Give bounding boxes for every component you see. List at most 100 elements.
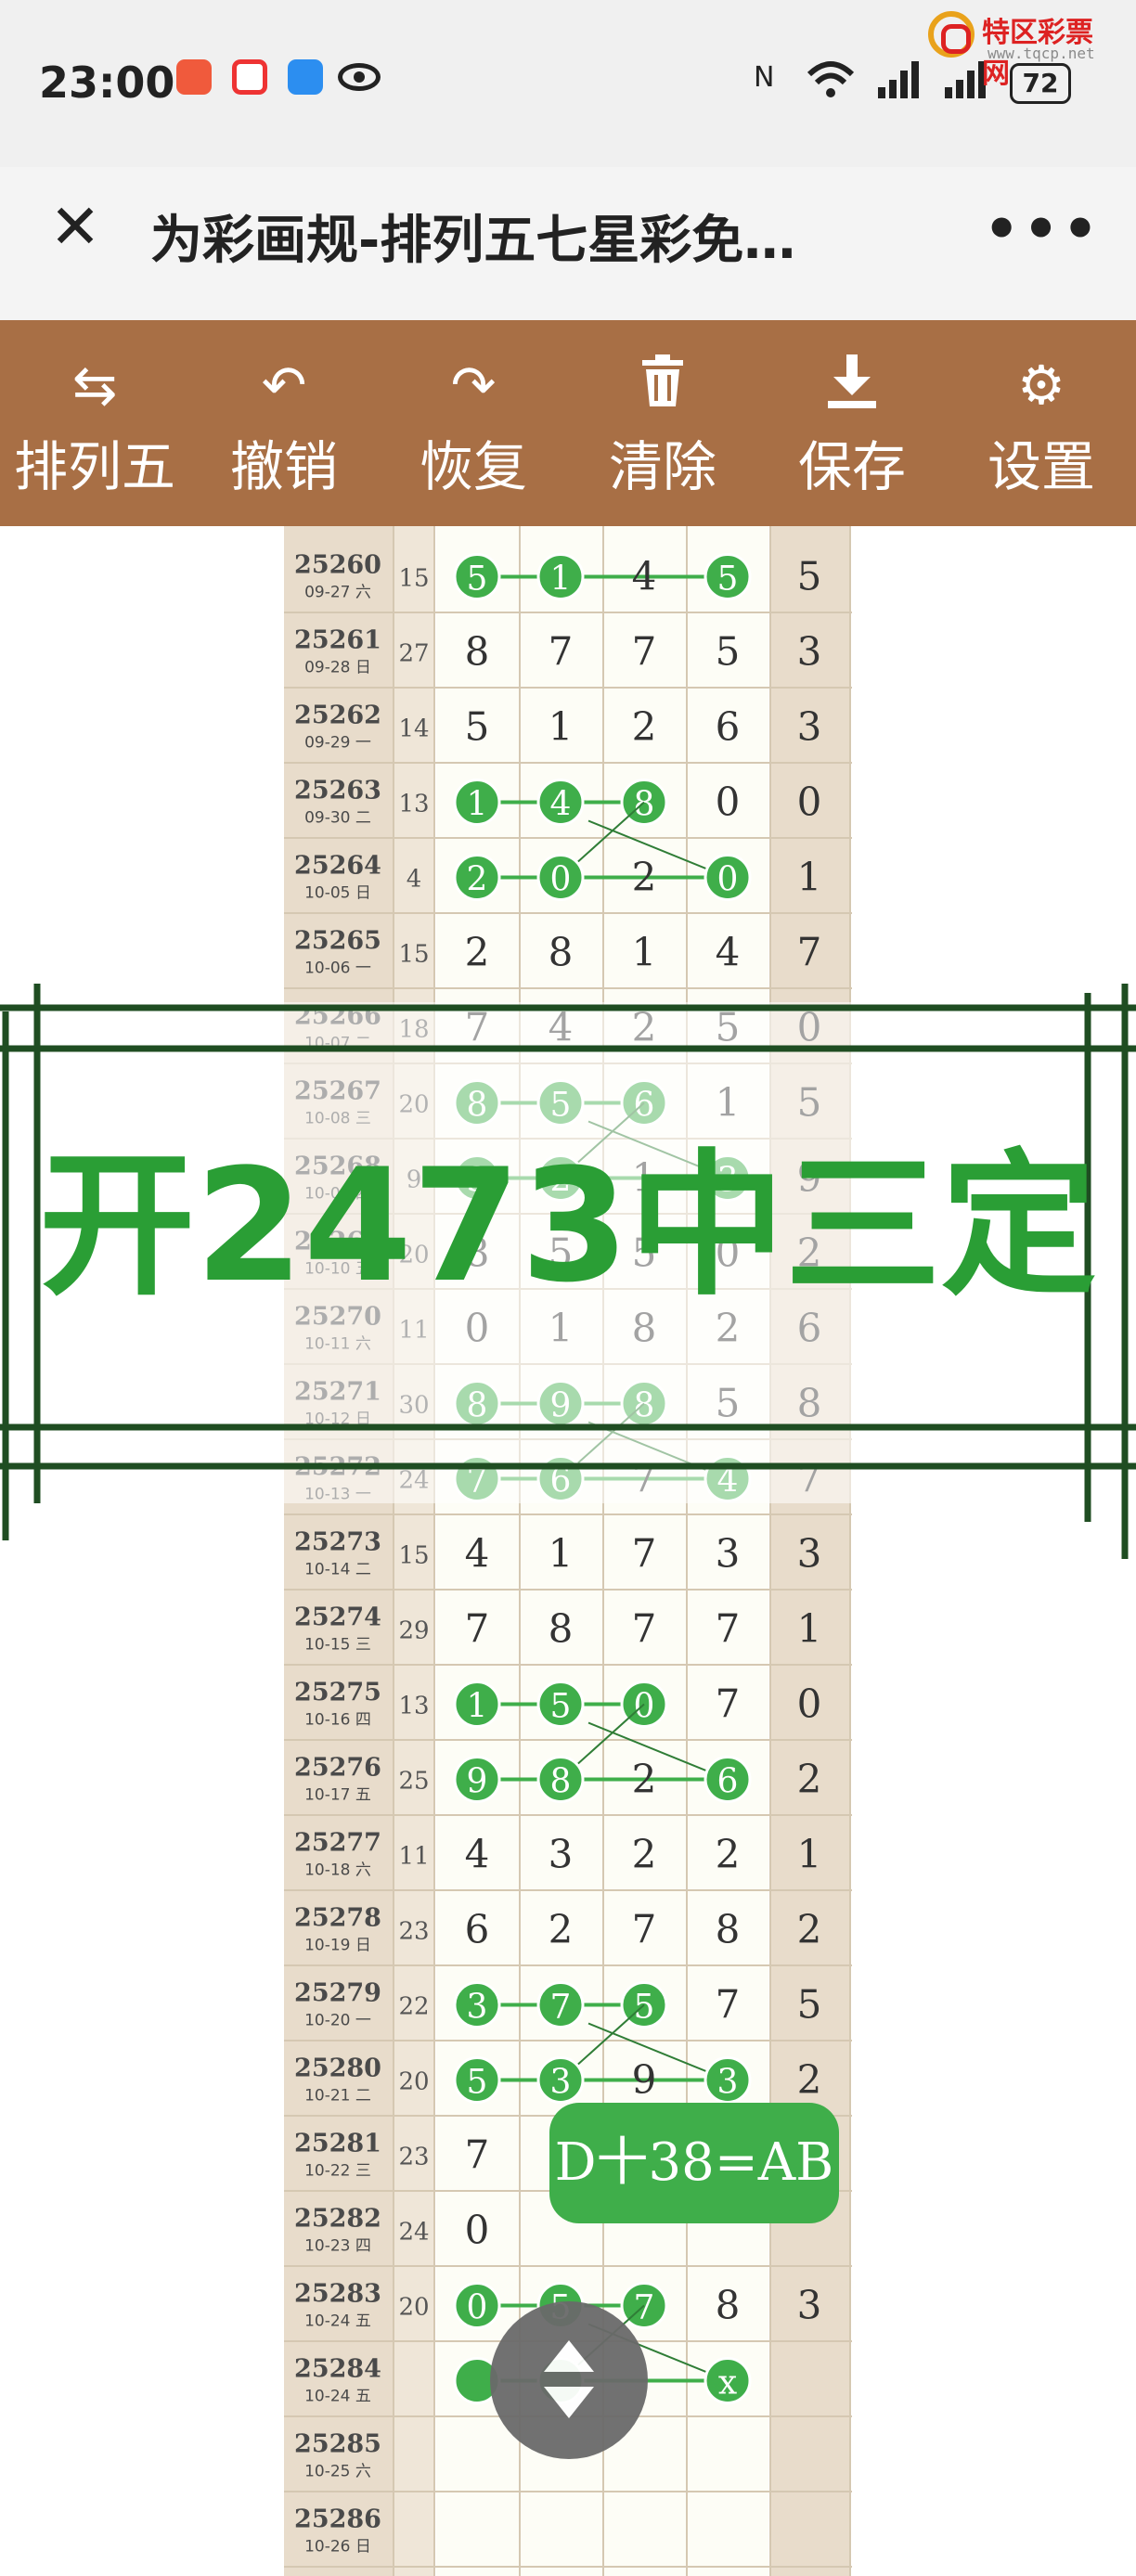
save-button[interactable]: 保存: [757, 320, 947, 526]
close-icon[interactable]: ✕: [43, 195, 108, 260]
digit-value: 2: [716, 1832, 741, 1877]
digit-value: 7: [797, 930, 822, 975]
issue-number: 25265: [294, 927, 381, 956]
issue-date: 10-14 二: [304, 1561, 371, 1579]
sum-value: 15: [398, 565, 429, 593]
digit-value: 1: [549, 704, 574, 750]
issue-number: 25280: [294, 2054, 381, 2083]
digit-value: 5: [716, 629, 741, 675]
issue-number: 25260: [294, 551, 381, 580]
digit-value: 3: [797, 704, 822, 750]
digit-value: 8: [716, 2283, 741, 2328]
sum-value: 22: [398, 1993, 429, 2021]
digit-value: 6: [716, 704, 741, 750]
issue-date: 10-17 五: [304, 1786, 371, 1805]
sum-value: 29: [398, 1617, 429, 1645]
issue-date: 10-26 日: [304, 2538, 371, 2557]
issue-number: 25277: [294, 1829, 381, 1858]
undo-button[interactable]: ↶ 撤销: [189, 320, 379, 526]
digit-value: 1: [550, 560, 572, 599]
redo-button[interactable]: ↷ 恢复: [379, 320, 568, 526]
formula-bubble[interactable]: D十38=AB: [549, 2103, 839, 2223]
digit-value: 2: [465, 930, 490, 975]
digit-value: 0: [465, 2208, 490, 2253]
sum-value: 13: [398, 791, 429, 818]
digit-value: 0: [717, 861, 739, 899]
issue-number: 25284: [294, 2355, 381, 2384]
sum-value: 24: [398, 2219, 429, 2247]
digit-value: 7: [632, 1606, 657, 1652]
digit-value: 2: [632, 1757, 657, 1802]
overlay-prediction-text: 开2473中三定: [39, 1135, 1097, 1317]
status-bar: 23:00 N 72 特区彩票网 www.tqcp.net: [0, 0, 1136, 167]
digit-value: 2: [632, 704, 657, 750]
digit-value: 5: [797, 554, 822, 599]
digit-value: 4: [465, 1832, 490, 1877]
digit-value: 7: [716, 1681, 741, 1727]
digit-value: 1: [467, 1688, 488, 1726]
issue-date: 10-24 五: [304, 2312, 371, 2331]
toolbar-label: 恢复: [419, 435, 527, 498]
issue-number: 25286: [294, 2505, 381, 2534]
issue-date: 09-30 二: [304, 809, 371, 828]
digit-value: 5: [467, 560, 488, 599]
issue-number: 25278: [294, 1904, 381, 1933]
digit-value: 1: [797, 1606, 822, 1652]
digit-value: 5: [467, 2064, 488, 2102]
digit-value: 0: [716, 779, 741, 825]
download-icon: [820, 353, 884, 418]
sum-value: 20: [398, 2068, 429, 2096]
app-notification-icon-2: [232, 59, 267, 95]
digit-value: 3: [717, 2064, 739, 2102]
issue-number: 25274: [294, 1604, 381, 1632]
issue-date: 10-15 三: [304, 1636, 371, 1655]
issue-number: 25283: [294, 2280, 381, 2309]
issue-number: 25262: [294, 702, 381, 730]
sum-value: 4: [407, 866, 422, 894]
digit-value: 1: [467, 786, 488, 824]
digit-value: 7: [632, 1907, 657, 1952]
sum-value: 14: [398, 715, 429, 743]
digit-value: 5: [550, 1688, 572, 1726]
watermark: 特区彩票网 www.tqcp.net: [924, 7, 1119, 90]
sum-value: 20: [398, 2294, 429, 2322]
more-icon[interactable]: •••: [984, 197, 1102, 262]
issue-date: 10-25 六: [304, 2463, 371, 2481]
toolbar-label: 排列五: [13, 435, 175, 498]
issue-number: 25263: [294, 777, 381, 805]
eye-icon: [338, 63, 381, 91]
toolbar: ⇆ 排列五 ↶ 撤销 ↷ 恢复 清除 保存 ⚙ 设置: [0, 320, 1136, 526]
issue-date: 10-22 三: [304, 2162, 371, 2181]
sum-value: 27: [398, 640, 429, 668]
digit-value: 9: [632, 2057, 657, 2103]
sum-value: 23: [398, 1918, 429, 1946]
issue-number: 25281: [294, 2130, 381, 2158]
digit-value: 7: [550, 1989, 572, 2027]
watermark-url: www.tqcp.net: [988, 45, 1095, 62]
digit-value: 2: [467, 861, 488, 899]
issue-number: 25282: [294, 2205, 381, 2234]
clear-button[interactable]: 清除: [568, 320, 757, 526]
digit-value: 7: [716, 1982, 741, 2028]
digit-value: 2: [549, 1907, 574, 1952]
issue-number: 25275: [294, 1679, 381, 1707]
issue-date: 10-18 六: [304, 1861, 371, 1880]
scroll-toggle-button[interactable]: [490, 2301, 648, 2459]
issue-date: 10-21 二: [304, 2087, 371, 2106]
digit-value: 4: [716, 930, 741, 975]
digit-value: 8: [549, 930, 574, 975]
digit-value: 5: [465, 704, 490, 750]
undo-icon: ↶: [261, 354, 307, 417]
sum-value: 15: [398, 941, 429, 969]
settings-button[interactable]: ⚙ 设置: [947, 320, 1136, 526]
toolbar-button-lottery-type[interactable]: ⇆ 排列五: [0, 320, 189, 526]
digit-value: 3: [550, 2064, 572, 2102]
sum-value: 25: [398, 1768, 429, 1796]
digit-value: 3: [467, 1989, 488, 2027]
digit-value: 5: [634, 1989, 655, 2027]
issue-number: 25279: [294, 1979, 381, 2008]
digit-value: 8: [549, 1606, 574, 1652]
issue-date: 09-28 日: [304, 659, 371, 677]
chat-notification-icon: [288, 59, 323, 95]
signal-icon: [878, 61, 919, 98]
